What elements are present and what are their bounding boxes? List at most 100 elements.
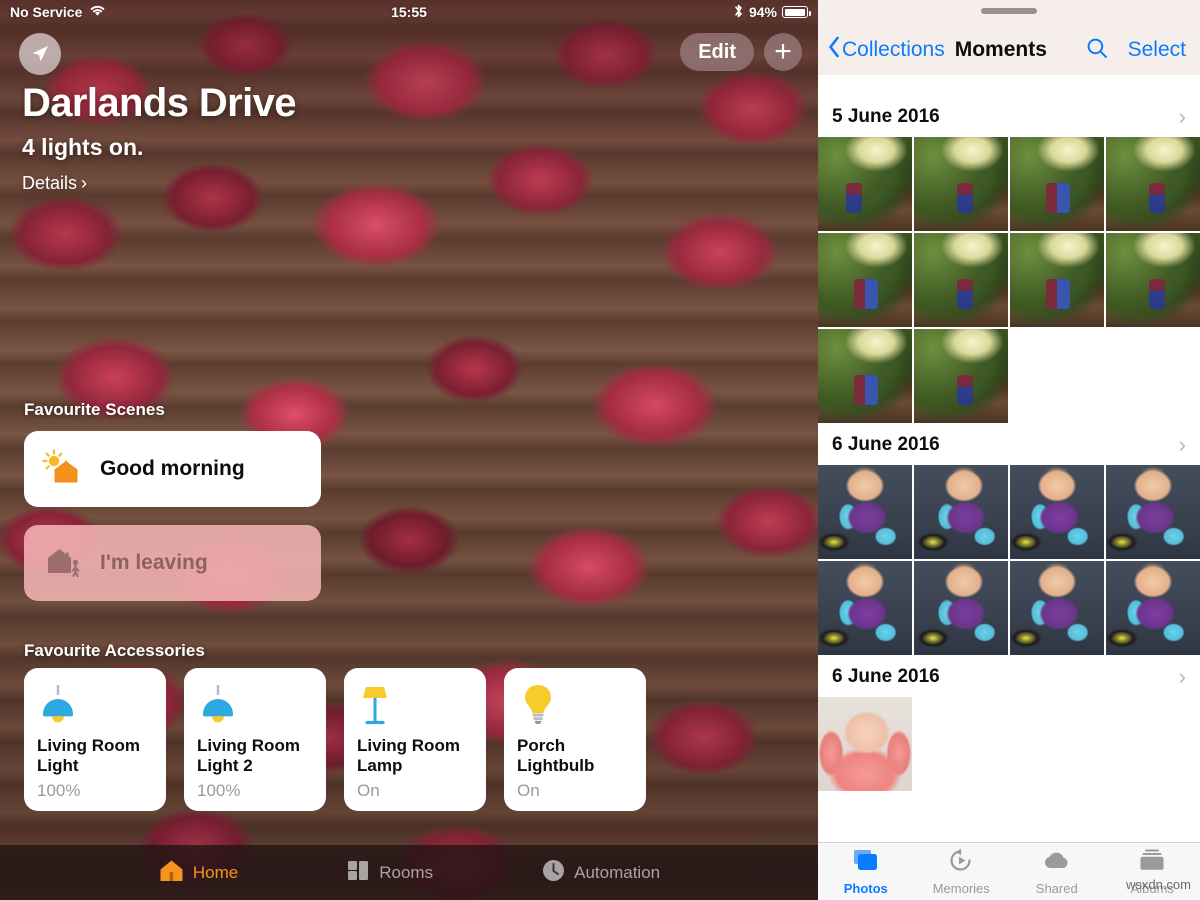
- tab-label: Photos: [844, 881, 888, 896]
- floor-lamp-icon: [357, 681, 473, 727]
- photos-nav-bar: Collections Moments Select: [818, 30, 1200, 70]
- accessory-card-living-room-light-2[interactable]: Living Room Light 2 100%: [184, 668, 326, 811]
- chevron-right-icon: ›: [1179, 106, 1186, 128]
- scene-card-im-leaving[interactable]: I'm leaving: [24, 525, 321, 601]
- tab-shared[interactable]: Shared: [1009, 848, 1105, 896]
- tab-label: Shared: [1036, 881, 1078, 896]
- tab-automation[interactable]: Automation: [541, 858, 660, 888]
- select-button[interactable]: Select: [1128, 38, 1186, 62]
- photo-thumbnail[interactable]: [818, 561, 912, 655]
- tab-label: Automation: [574, 863, 660, 883]
- photo-thumbnail[interactable]: [818, 329, 912, 423]
- chevron-right-icon: ›: [1179, 434, 1186, 456]
- tab-label: Home: [193, 863, 238, 883]
- moment-date: 6 June 2016: [832, 434, 940, 456]
- location-arrow-icon[interactable]: [19, 33, 61, 75]
- lightbulb-icon: [517, 681, 633, 727]
- photo-thumbnail[interactable]: [818, 697, 912, 791]
- chevron-right-icon: ›: [81, 173, 87, 194]
- photo-thumbnail[interactable]: [818, 137, 912, 231]
- moment-header-5-june-2016[interactable]: 5 June 2016 ›: [818, 97, 1200, 137]
- favourite-scenes-label: Favourite Scenes: [24, 400, 165, 420]
- accessory-state: 100%: [37, 781, 153, 801]
- details-link[interactable]: Details ›: [22, 173, 296, 194]
- accessory-card-living-room-light[interactable]: Living Room Light 100%: [24, 668, 166, 811]
- chevron-left-icon: [828, 36, 840, 64]
- accessory-state: 100%: [197, 781, 313, 801]
- photo-thumbnail[interactable]: [914, 329, 1008, 423]
- photo-grid-6-june-2016-b: [818, 697, 1200, 793]
- scene-label: I'm leaving: [100, 551, 208, 575]
- drag-handle[interactable]: [981, 8, 1037, 14]
- accessory-name: Living Room Light 2: [197, 736, 313, 776]
- photos-nav-actions: Select: [1086, 37, 1190, 64]
- favourite-accessories-label: Favourite Accessories: [24, 641, 205, 661]
- home-top-actions: Edit +: [680, 33, 802, 71]
- site-watermark: wsxdn.com: [1126, 877, 1191, 892]
- moment-header-6-june-2016-b[interactable]: 6 June 2016 ›: [818, 657, 1200, 697]
- accessory-name: Living Room Lamp: [357, 736, 473, 776]
- photo-thumbnail[interactable]: [1010, 137, 1104, 231]
- accessory-card-living-room-lamp[interactable]: Living Room Lamp On: [344, 668, 486, 811]
- photo-thumbnail[interactable]: [914, 233, 1008, 327]
- battery-icon: [782, 6, 808, 18]
- home-app-pane: No Service 15:55 94%: [0, 0, 818, 900]
- accessory-card-porch-lightbulb[interactable]: Porch Lightbulb On: [504, 668, 646, 811]
- sun-house-icon: [42, 449, 84, 490]
- photo-thumbnail[interactable]: [914, 561, 1008, 655]
- photo-grid-5-june-2016: [818, 137, 1200, 425]
- photo-grid-6-june-2016-a: [818, 465, 1200, 657]
- home-tab-bar: Home Rooms: [0, 845, 818, 900]
- tab-label: Memories: [933, 881, 990, 896]
- accessory-state: On: [517, 781, 633, 801]
- photo-thumbnail[interactable]: [1106, 465, 1200, 559]
- rooms-icon: [346, 858, 371, 888]
- house-person-icon: [42, 543, 84, 584]
- memories-icon: [948, 848, 974, 878]
- house-icon: [158, 858, 185, 888]
- pendant-lamp-icon: [37, 681, 153, 727]
- moment-date: 6 June 2016: [832, 666, 940, 688]
- cloud-icon: [1042, 848, 1072, 878]
- photos-icon: [852, 848, 880, 878]
- albums-icon: [1138, 848, 1166, 878]
- accessory-state: On: [357, 781, 473, 801]
- chevron-right-icon: ›: [1179, 666, 1186, 688]
- accessory-name: Living Room Light: [37, 736, 153, 776]
- tab-photos[interactable]: Photos: [818, 848, 914, 896]
- home-header: Darlands Drive 4 lights on. Details ›: [22, 82, 296, 194]
- photo-thumbnail[interactable]: [1106, 137, 1200, 231]
- photo-thumbnail[interactable]: [1106, 233, 1200, 327]
- status-bar-time: 15:55: [0, 4, 818, 20]
- tab-memories[interactable]: Memories: [914, 848, 1010, 896]
- add-button[interactable]: +: [764, 33, 802, 71]
- scene-card-good-morning[interactable]: Good morning: [24, 431, 321, 507]
- page-title: Moments: [955, 38, 1047, 62]
- photo-thumbnail[interactable]: [1106, 561, 1200, 655]
- photo-thumbnail[interactable]: [914, 137, 1008, 231]
- photos-app-pane: 4 June 2016 › 5 June 2016 ›: [818, 0, 1200, 900]
- tab-rooms[interactable]: Rooms: [346, 858, 433, 888]
- search-icon[interactable]: [1086, 37, 1108, 64]
- photo-thumbnail[interactable]: [1010, 465, 1104, 559]
- accessory-card-list: Living Room Light 100% Living Room Light…: [24, 668, 646, 811]
- tab-label: Rooms: [379, 863, 433, 883]
- photo-thumbnail[interactable]: [914, 465, 1008, 559]
- edit-button[interactable]: Edit: [680, 33, 754, 71]
- status-bar: No Service 15:55 94%: [0, 0, 818, 24]
- page-title: Darlands Drive: [22, 82, 296, 125]
- back-to-collections-button[interactable]: Collections: [828, 36, 945, 64]
- tab-home[interactable]: Home: [158, 858, 238, 888]
- clock-icon: [541, 858, 566, 888]
- photo-thumbnail[interactable]: [818, 233, 912, 327]
- photo-thumbnail[interactable]: [1010, 561, 1104, 655]
- moment-header-6-june-2016-a[interactable]: 6 June 2016 ›: [818, 425, 1200, 465]
- photos-scroll-area[interactable]: 4 June 2016 › 5 June 2016 ›: [818, 0, 1200, 842]
- home-status-summary: 4 lights on.: [22, 134, 296, 161]
- details-label: Details: [22, 173, 77, 194]
- photo-thumbnail[interactable]: [818, 465, 912, 559]
- split-screen-root: No Service 15:55 94%: [0, 0, 1200, 900]
- back-label: Collections: [842, 38, 945, 62]
- photo-thumbnail[interactable]: [1010, 233, 1104, 327]
- scene-label: Good morning: [100, 457, 245, 481]
